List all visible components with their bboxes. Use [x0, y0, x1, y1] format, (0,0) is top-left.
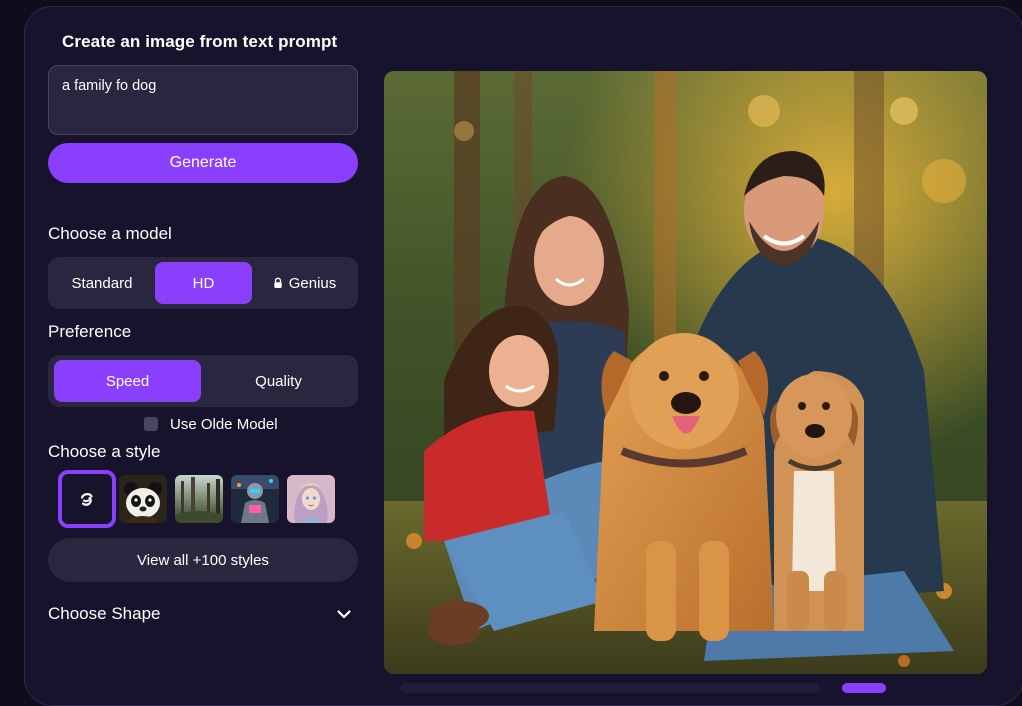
old-model-toggle: Use Olde Model — [144, 414, 278, 434]
image-toolbar-hint — [400, 683, 820, 693]
model-option-genius[interactable]: Genius — [256, 262, 352, 304]
model-selector: Standard HD Genius — [48, 257, 358, 309]
choose-shape-dropdown[interactable]: Choose Shape — [48, 600, 358, 628]
panda-thumbnail — [119, 475, 167, 523]
style-thumb-robot[interactable] — [231, 475, 279, 523]
old-model-checkbox[interactable] — [144, 417, 158, 431]
fantasy-thumbnail — [287, 475, 335, 523]
style-thumb-none[interactable] — [58, 470, 116, 528]
forest-thumbnail — [175, 475, 223, 523]
model-option-genius-label: Genius — [288, 274, 337, 292]
generated-image[interactable] — [384, 71, 987, 674]
lock-icon — [274, 277, 282, 288]
preference-section-label: Preference — [48, 322, 132, 341]
model-section-label: Choose a model — [48, 224, 172, 243]
chevron-down-icon — [337, 610, 351, 619]
generated-image-illustration — [384, 71, 987, 674]
image-toolbar-accent — [842, 683, 886, 693]
old-model-label: Use Olde Model — [170, 415, 278, 433]
model-option-standard[interactable]: Standard — [54, 262, 150, 304]
generate-button[interactable]: Generate — [48, 143, 358, 183]
style-thumb-fantasy[interactable] — [287, 475, 335, 523]
preference-selector: Speed Quality — [48, 355, 358, 407]
model-option-hd[interactable]: HD — [155, 262, 252, 304]
style-section-label: Choose a style — [48, 442, 161, 461]
prompt-input[interactable]: a family fo dog — [48, 65, 358, 135]
shape-section-label: Choose Shape — [48, 604, 161, 623]
style-thumb-panda[interactable] — [119, 475, 167, 523]
no-style-icon — [80, 493, 93, 506]
preference-option-quality[interactable]: Quality — [205, 360, 352, 402]
view-all-styles-button[interactable]: View all +100 styles — [48, 538, 358, 582]
panel-title: Create an image from text prompt — [62, 32, 338, 51]
preference-option-speed[interactable]: Speed — [54, 360, 201, 402]
style-thumb-forest[interactable] — [175, 475, 223, 523]
robot-thumbnail — [231, 475, 279, 523]
